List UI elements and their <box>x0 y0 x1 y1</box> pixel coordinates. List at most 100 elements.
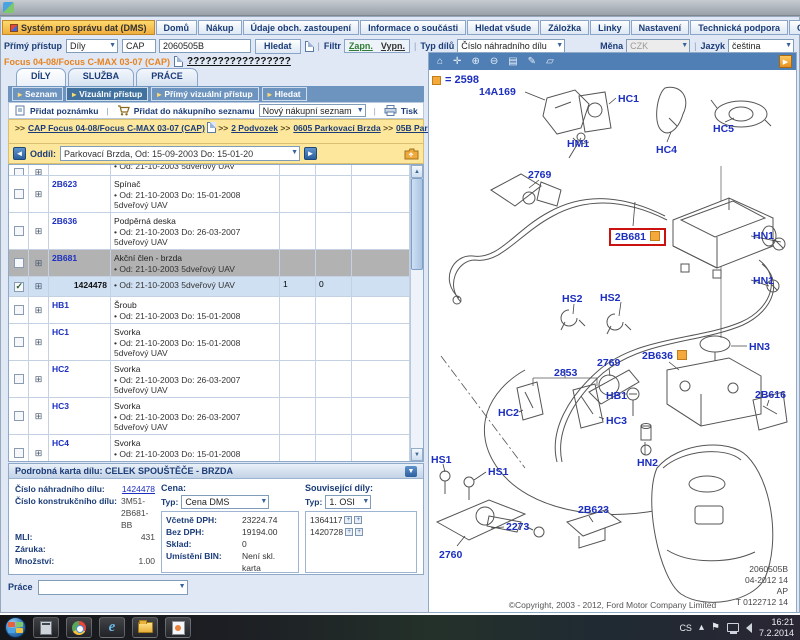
expand-icon[interactable]: ⊞ <box>29 250 49 276</box>
system-nav-tab[interactable]: Technická podpora <box>690 20 788 35</box>
add-note-button[interactable]: Přidat poznámku <box>30 106 98 116</box>
diagram-part-label[interactable]: HS1 <box>488 466 508 478</box>
nav-tab[interactable]: Údaje obch. zastoupení <box>243 20 360 35</box>
section-prev-button[interactable]: ◄ <box>13 147 26 160</box>
panel-tab[interactable]: DÍLY <box>16 68 66 86</box>
row-checkbox[interactable] <box>14 337 24 347</box>
diagram-part-label[interactable]: 2273 <box>506 521 529 533</box>
expand-icon[interactable]: ⊞ <box>29 324 49 360</box>
expand-icon[interactable]: ⊞ <box>29 176 49 212</box>
part-row[interactable]: ⊞ HB1 Šroub • Od: 21-10-2003 Do: 15-01-2… <box>9 297 410 324</box>
app-menu-button[interactable]: Systém pro správu dat (DMS) <box>2 20 155 35</box>
panel-tab[interactable]: SLUŽBA <box>68 68 135 86</box>
breadcrumb-item[interactable]: >>2 Podvozek <box>218 123 280 133</box>
folder-up-icon[interactable] <box>404 148 419 160</box>
vehicle-doc-icon[interactable] <box>174 56 183 67</box>
print-button[interactable]: Tisk <box>401 106 418 116</box>
related-part-grid-icon[interactable]: + <box>344 516 352 524</box>
search-button[interactable]: Hledat <box>255 39 301 54</box>
row-checkbox[interactable] <box>14 282 24 292</box>
diagram-part-label[interactable]: 2B623 <box>578 504 609 516</box>
system-nav-tab[interactable]: Nastavení <box>631 20 690 35</box>
part-code-link[interactable]: 2B636 <box>49 213 111 249</box>
collapse-detail-button[interactable]: ▼ <box>405 466 417 477</box>
document-icon[interactable] <box>305 41 314 52</box>
part-row[interactable]: ⊞ HC2 Svorka • Od: 21-10-2003 Do: 26-03-… <box>9 361 410 398</box>
row-checkbox[interactable] <box>14 305 24 315</box>
part-code-link[interactable]: HC2 <box>49 361 111 397</box>
related-part-item[interactable]: 1420728++ <box>310 526 412 538</box>
part-code-link[interactable]: 1424478 <box>49 277 111 296</box>
part-row[interactable]: ⊞ 2B623 Spínač • Od: 21-10-2003 Do: 15-0… <box>9 176 410 213</box>
nav-tab[interactable]: Domů <box>156 20 198 35</box>
add-to-shopping-list-button[interactable]: Přidat do nákupního seznamu <box>134 106 255 116</box>
diagram-part-label[interactable]: 2B636 <box>642 350 687 362</box>
view-mode-button[interactable]: Přímý vizuální přístup <box>151 87 258 101</box>
shopping-list-dropdown[interactable]: Nový nákupní seznam <box>259 104 366 117</box>
zoom-in-icon[interactable]: ⊕ <box>467 54 483 69</box>
diagram-part-label[interactable]: 2769 <box>528 169 551 181</box>
row-checkbox[interactable] <box>14 448 24 458</box>
view-mode-button[interactable]: Hledat <box>262 87 307 101</box>
section-next-button[interactable]: ► <box>304 147 317 160</box>
diagram-part-label[interactable]: 2853 <box>554 367 577 379</box>
diagram-part-label[interactable]: 2B681 <box>609 228 666 246</box>
row-checkbox[interactable] <box>14 168 24 177</box>
start-button[interactable] <box>5 617 26 638</box>
view-mode-button[interactable]: Seznam <box>12 87 63 101</box>
diagram-part-label[interactable]: HN1 <box>753 230 774 242</box>
price-type-dropdown[interactable]: Cena DMS <box>181 495 269 509</box>
section-dropdown[interactable]: Parkovací Brzda, Od: 15-09-2003 Do: 15-0… <box>60 146 300 161</box>
nav-tab[interactable]: Nákup <box>198 20 242 35</box>
system-nav-tab[interactable]: O programu <box>789 20 800 35</box>
part-type-dropdown[interactable]: Číslo náhradního dílu <box>457 39 565 53</box>
scroll-down-button[interactable]: ▼ <box>411 448 423 461</box>
part-code-link[interactable] <box>49 165 111 176</box>
language-indicator[interactable]: CS <box>679 623 692 633</box>
row-checkbox[interactable] <box>14 411 24 421</box>
expand-icon[interactable]: ⊞ <box>29 165 49 176</box>
row-checkbox[interactable] <box>14 189 24 199</box>
part-code-link[interactable]: HC1 <box>49 324 111 360</box>
nav-tab[interactable]: Linky <box>590 20 630 35</box>
breadcrumb-item[interactable]: >>CAP Focus 04-08/Focus C-MAX 03-07 (CAP… <box>15 123 218 133</box>
search-input[interactable] <box>159 39 251 53</box>
eraser-icon[interactable]: ▱ <box>542 54 558 69</box>
nav-tab[interactable]: Informace o součásti <box>360 20 466 35</box>
tray-expand-icon[interactable]: ▴ <box>699 622 704 633</box>
work-dropdown[interactable] <box>38 580 188 595</box>
expand-icon[interactable]: ⊞ <box>29 435 49 461</box>
taskbar-chrome-icon[interactable] <box>66 617 92 638</box>
part-row[interactable]: ⊞ HC4 Svorka • Od: 21-10-2003 Do: 15-01-… <box>9 435 410 461</box>
part-row[interactable]: ⊞ 2B636 Podpěrná deska • Od: 21-10-2003 … <box>9 213 410 250</box>
diagram-part-label[interactable]: HC3 <box>606 415 627 427</box>
part-code-link[interactable]: HB1 <box>49 297 111 323</box>
part-row[interactable]: ⊞ HC1 Svorka • Od: 21-10-2003 Do: 15-01-… <box>9 324 410 361</box>
related-type-dropdown[interactable]: 1. OSI <box>325 495 371 509</box>
taskbar-clock[interactable]: 16:21 7.2.2014 <box>759 617 794 639</box>
print-icon[interactable]: ▤ <box>504 54 521 69</box>
expand-diagram-button[interactable]: ▶ <box>779 55 792 68</box>
view-mode-button[interactable]: Vizuální přístup <box>66 87 148 101</box>
row-checkbox[interactable] <box>14 226 24 236</box>
expand-icon[interactable]: ⊞ <box>29 297 49 323</box>
filter-on-button[interactable]: Zapn. <box>345 41 377 51</box>
breadcrumb-item[interactable]: >>0605 Parkovací Brzda <box>280 123 383 133</box>
expand-icon[interactable]: ⊞ <box>29 277 49 296</box>
related-part-copy-icon[interactable]: + <box>355 528 363 536</box>
scroll-up-button[interactable]: ▲ <box>411 165 423 178</box>
language-dropdown[interactable]: čeština <box>728 39 794 53</box>
related-part-item[interactable]: 1364117++ <box>310 514 412 526</box>
expand-icon[interactable]: ⊞ <box>29 398 49 434</box>
diagram-part-label[interactable]: HC4 <box>656 144 677 156</box>
volume-icon[interactable] <box>746 623 752 633</box>
taskbar-dms-app-icon[interactable] <box>165 617 191 638</box>
scroll-thumb[interactable] <box>411 178 423 270</box>
diagram-part-label[interactable]: 14A169 <box>479 86 516 98</box>
diagram-part-label[interactable]: HM1 <box>567 138 589 150</box>
cap-field[interactable]: CAP <box>122 39 156 53</box>
category-dropdown[interactable]: Díly <box>66 39 118 53</box>
expand-icon[interactable]: ⊞ <box>29 213 49 249</box>
breadcrumb-link[interactable]: 2 Podvozek <box>231 123 278 133</box>
pan-icon[interactable]: ✛ <box>449 54 465 69</box>
